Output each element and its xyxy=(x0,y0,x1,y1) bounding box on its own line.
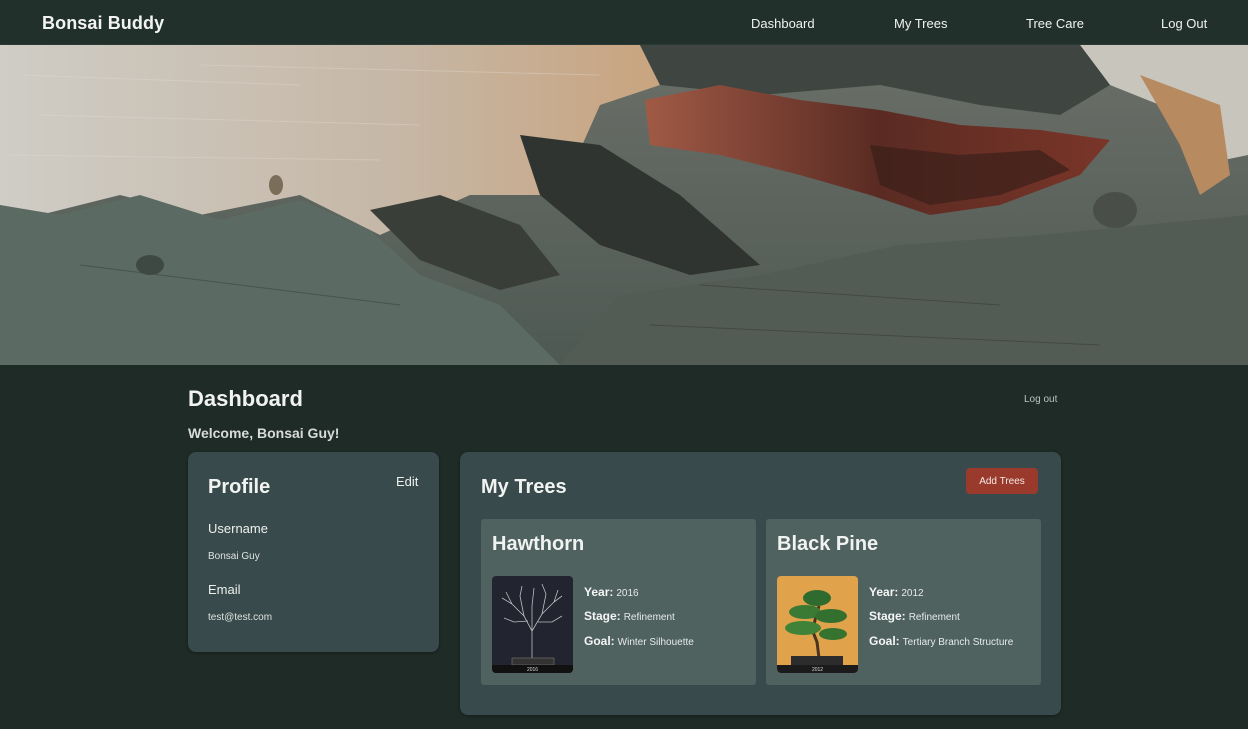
tree-photo-black-pine: 2012 xyxy=(777,576,858,673)
photo-caption: 2016 xyxy=(527,667,538,673)
my-trees-title: My Trees xyxy=(481,476,567,498)
username-value: Bonsai Guy xyxy=(208,551,260,562)
profile-card: Profile Edit Username Bonsai Guy Email t… xyxy=(188,452,439,652)
nav-dashboard[interactable]: Dashboard xyxy=(751,16,815,31)
tree-goal: Goal: Winter Silhouette xyxy=(584,634,694,648)
tree-stage: Stage: Refinement xyxy=(869,609,960,623)
username-label: Username xyxy=(208,521,268,536)
tree-card-black-pine[interactable]: Black Pine 2012 Year: 2012 Stage: Refineme… xyxy=(766,519,1041,685)
logout-link[interactable]: Log out xyxy=(1024,394,1057,405)
welcome-message: Welcome, Bonsai Guy! xyxy=(188,425,340,441)
email-label: Email xyxy=(208,582,241,597)
top-nav: Bonsai Buddy Dashboard My Trees Tree Car… xyxy=(0,0,1248,45)
tree-name: Black Pine xyxy=(777,533,879,555)
nav-log-out[interactable]: Log Out xyxy=(1161,16,1207,31)
nav-my-trees[interactable]: My Trees xyxy=(894,16,947,31)
tree-photo-hawthorn: 2016 xyxy=(492,576,573,673)
tree-card-hawthorn[interactable]: Hawthorn 2016 Year:2016 Stage:Refineme xyxy=(481,519,756,685)
brand-logo[interactable]: Bonsai Buddy xyxy=(42,13,164,34)
page-title: Dashboard xyxy=(188,386,303,411)
hero-bark-image xyxy=(0,45,1248,365)
email-value: test@test.com xyxy=(208,612,273,623)
photo-caption: 2012 xyxy=(812,667,823,673)
tree-year: Year: 2012 xyxy=(869,585,924,599)
edit-profile-link[interactable]: Edit xyxy=(396,474,418,489)
tree-goal: Goal: Tertiary Branch Structure xyxy=(869,634,1014,648)
nav-tree-care[interactable]: Tree Care xyxy=(1026,16,1084,31)
profile-title: Profile xyxy=(208,476,271,498)
bark-texture-illustration xyxy=(0,45,1248,365)
add-trees-button[interactable]: Add Trees xyxy=(966,468,1038,494)
tree-name: Hawthorn xyxy=(492,533,585,555)
my-trees-card: My Trees Add Trees Hawthorn 2016 Year: 2… xyxy=(460,452,1061,715)
tree-year: Year: 2016 xyxy=(584,585,639,599)
tree-stage: Stage: Refinement xyxy=(584,609,675,623)
